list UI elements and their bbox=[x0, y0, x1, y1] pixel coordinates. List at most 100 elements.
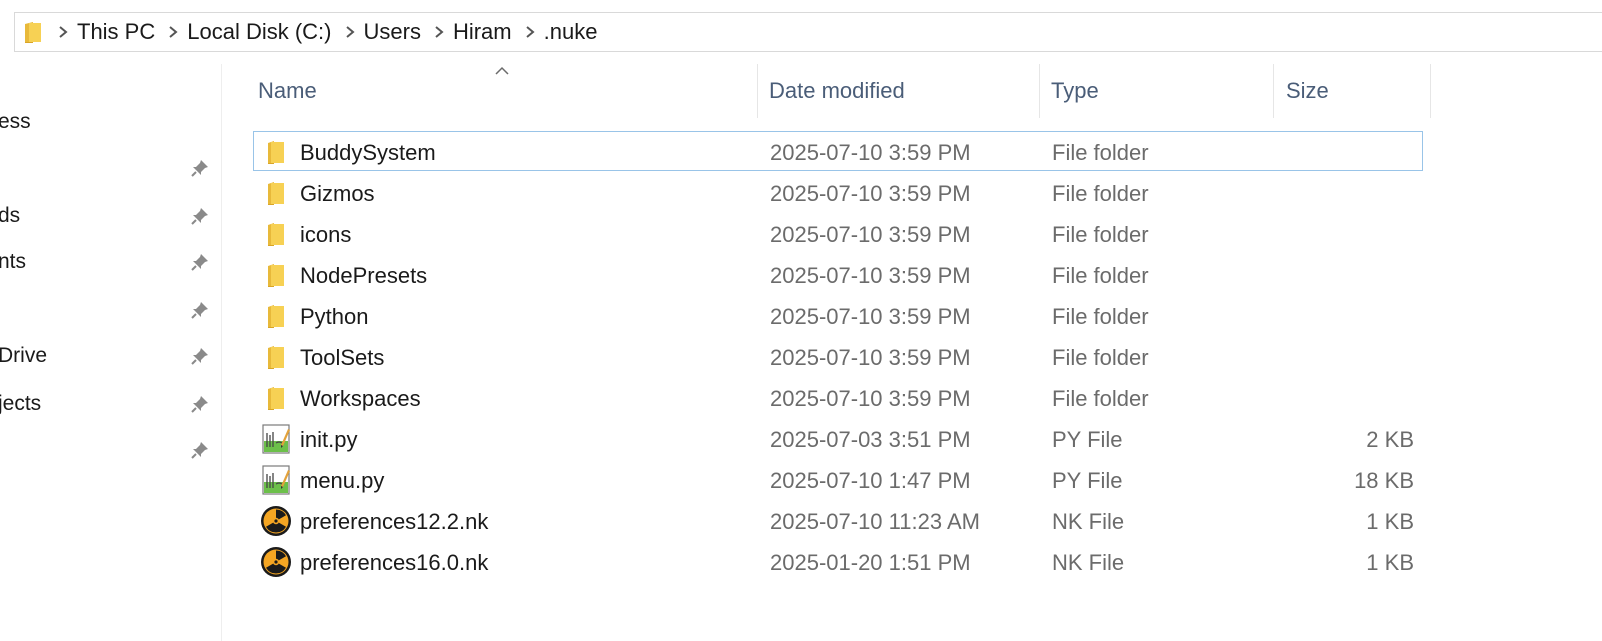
chevron-right-icon[interactable] bbox=[433, 25, 445, 39]
breadcrumb-label: This PC bbox=[77, 19, 156, 44]
file-row[interactable]: Workspaces 2025-07-10 3:59 PM File folder bbox=[253, 377, 1423, 417]
column-header-date[interactable]: Date modified bbox=[769, 64, 1039, 118]
file-date-modified: 2025-07-10 3:59 PM bbox=[770, 345, 971, 370]
file-row[interactable]: BuddySystem 2025-07-10 3:59 PM File folder bbox=[253, 131, 1423, 171]
navigation-pane[interactable]: ess ds nts Drive jects bbox=[0, 64, 222, 641]
file-row[interactable]: menu.py 2025-07-10 1:47 PM PY File 18 KB bbox=[253, 459, 1423, 499]
file-date-modified: 2025-07-10 3:59 PM bbox=[770, 181, 971, 206]
chevron-right-icon[interactable] bbox=[57, 25, 69, 39]
nav-item[interactable] bbox=[0, 430, 221, 470]
file-date-modified: 2025-07-10 3:59 PM bbox=[770, 263, 971, 288]
column-headers: Name Date modified Type Size bbox=[222, 64, 1602, 122]
nav-item-label: ds bbox=[0, 204, 21, 227]
file-name: preferences16.0.nk bbox=[300, 550, 489, 575]
file-date-modified: 2025-07-10 3:59 PM bbox=[770, 304, 971, 329]
python-file-icon bbox=[260, 464, 292, 496]
column-header-size-label: Size bbox=[1286, 78, 1329, 103]
pin-icon[interactable] bbox=[190, 252, 210, 272]
folder-icon bbox=[260, 341, 292, 373]
column-header-type[interactable]: Type bbox=[1051, 64, 1273, 118]
file-row[interactable]: Python 2025-07-10 3:59 PM File folder bbox=[253, 295, 1423, 335]
nuke-file-icon bbox=[260, 505, 292, 537]
file-date-modified: 2025-07-10 11:23 AM bbox=[770, 509, 980, 534]
column-divider[interactable] bbox=[1430, 64, 1431, 118]
file-name: BuddySystem bbox=[300, 140, 436, 165]
file-name: preferences12.2.nk bbox=[300, 509, 489, 534]
nuke-file-icon bbox=[260, 546, 292, 578]
pin-icon[interactable] bbox=[190, 300, 210, 320]
folder-icon bbox=[260, 136, 292, 168]
breadcrumb-item[interactable]: Hiram bbox=[421, 19, 512, 45]
file-date-modified: 2025-07-10 3:59 PM bbox=[770, 140, 971, 165]
breadcrumb-item[interactable]: .nuke bbox=[512, 19, 598, 45]
breadcrumb-item[interactable]: Local Disk (C:) bbox=[155, 19, 332, 45]
folder-icon bbox=[260, 300, 292, 332]
file-type: File folder bbox=[1052, 304, 1149, 329]
file-row[interactable]: Gizmos 2025-07-10 3:59 PM File folder bbox=[253, 172, 1423, 212]
column-divider[interactable] bbox=[1273, 64, 1274, 118]
breadcrumb-item[interactable]: Users bbox=[332, 19, 421, 45]
file-size: 18 KB bbox=[1354, 468, 1414, 493]
column-header-size[interactable]: Size bbox=[1286, 64, 1430, 118]
breadcrumb-item[interactable]: This PC bbox=[45, 19, 155, 45]
file-row[interactable]: ToolSets 2025-07-10 3:59 PM File folder bbox=[253, 336, 1423, 376]
nav-item[interactable]: ds bbox=[0, 196, 221, 236]
column-header-name-label: Name bbox=[258, 78, 317, 103]
file-type: File folder bbox=[1052, 222, 1149, 247]
nav-item[interactable]: nts bbox=[0, 242, 221, 282]
column-divider[interactable] bbox=[1039, 64, 1040, 118]
address-bar[interactable]: This PC Local Disk (C:) Users Hiram .nuke bbox=[14, 12, 1602, 52]
file-name: NodePresets bbox=[300, 263, 428, 288]
nav-item[interactable]: jects bbox=[0, 384, 221, 424]
file-row[interactable]: init.py 2025-07-03 3:51 PM PY File 2 KB bbox=[253, 418, 1423, 458]
chevron-right-icon[interactable] bbox=[167, 25, 179, 39]
nav-item[interactable]: ess bbox=[0, 102, 221, 142]
file-name: init.py bbox=[300, 427, 358, 452]
file-date-modified: 2025-07-10 3:59 PM bbox=[770, 386, 971, 411]
file-row[interactable]: preferences12.2.nk 2025-07-10 11:23 AM NK … bbox=[253, 500, 1423, 540]
folder-icon bbox=[260, 218, 292, 250]
file-name: icons bbox=[300, 222, 352, 247]
pin-icon[interactable] bbox=[190, 346, 210, 366]
file-type: File folder bbox=[1052, 263, 1149, 288]
file-date-modified: 2025-07-10 3:59 PM bbox=[770, 222, 971, 247]
file-size: 1 KB bbox=[1366, 509, 1414, 534]
file-name: Gizmos bbox=[300, 181, 375, 206]
file-type: NK File bbox=[1052, 550, 1125, 575]
file-name: menu.py bbox=[300, 468, 385, 493]
breadcrumb-label: Hiram bbox=[452, 19, 512, 44]
file-date-modified: 2025-01-20 1:51 PM bbox=[770, 550, 971, 575]
nav-item-label: jects bbox=[0, 392, 42, 415]
pin-icon[interactable] bbox=[190, 158, 210, 178]
file-row[interactable]: preferences16.0.nk 2025-01-20 1:51 PM NK F… bbox=[253, 541, 1423, 581]
folder-icon bbox=[260, 382, 292, 414]
column-divider[interactable] bbox=[757, 64, 758, 118]
breadcrumb-label: Users bbox=[363, 19, 421, 44]
chevron-right-icon[interactable] bbox=[344, 25, 356, 39]
pin-icon[interactable] bbox=[190, 440, 210, 460]
file-name: Workspaces bbox=[300, 386, 421, 411]
chevron-right-icon[interactable] bbox=[524, 25, 536, 39]
file-name: Python bbox=[300, 304, 369, 329]
column-header-type-label: Type bbox=[1051, 78, 1099, 103]
pin-icon[interactable] bbox=[190, 394, 210, 414]
nav-item[interactable] bbox=[0, 148, 221, 188]
file-date-modified: 2025-07-10 1:47 PM bbox=[770, 468, 971, 493]
file-type: File folder bbox=[1052, 140, 1149, 165]
nav-item[interactable] bbox=[0, 290, 221, 330]
file-type: PY File bbox=[1052, 468, 1123, 493]
breadcrumb-label: .nuke bbox=[543, 19, 598, 44]
python-file-icon bbox=[260, 423, 292, 455]
file-name: ToolSets bbox=[300, 345, 385, 370]
file-type: File folder bbox=[1052, 386, 1149, 411]
nav-item-label: Drive bbox=[0, 344, 48, 367]
folder-icon bbox=[23, 20, 45, 44]
breadcrumb-label: Local Disk (C:) bbox=[187, 19, 332, 44]
file-row[interactable]: NodePresets 2025-07-10 3:59 PM File folder bbox=[253, 254, 1423, 294]
file-type: PY File bbox=[1052, 427, 1123, 452]
nav-item-label: ess bbox=[0, 110, 31, 133]
file-row[interactable]: icons 2025-07-10 3:59 PM File folder bbox=[253, 213, 1423, 253]
column-header-name[interactable]: Name bbox=[258, 64, 758, 118]
nav-item[interactable]: Drive bbox=[0, 336, 221, 376]
pin-icon[interactable] bbox=[190, 206, 210, 226]
